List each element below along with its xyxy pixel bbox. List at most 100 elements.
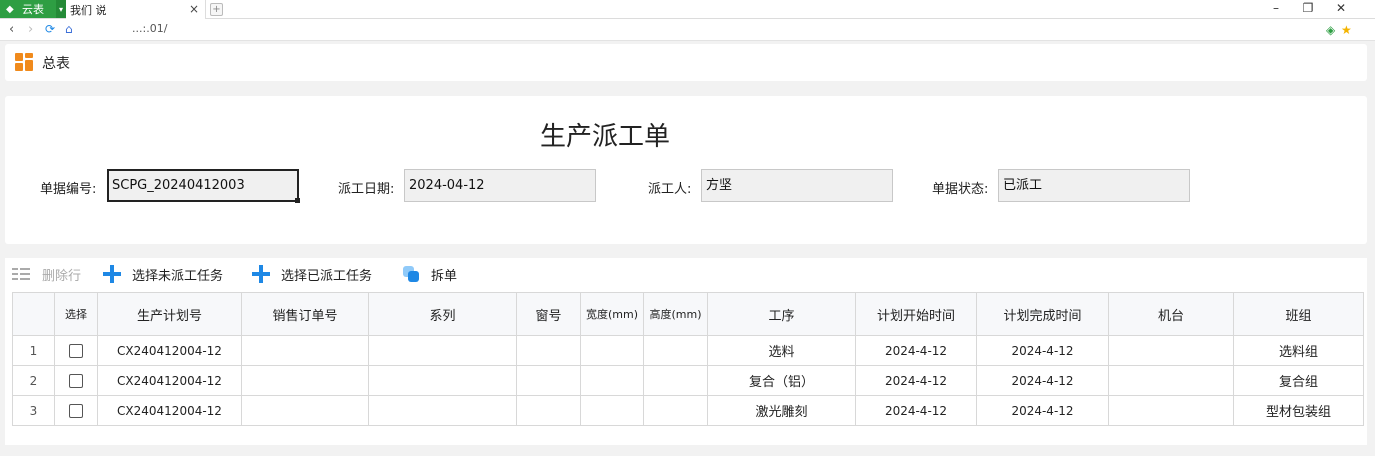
col-header-process[interactable]: 工序 [707, 292, 856, 336]
form-card: 生产派工单 单据编号: SCPG_20240412003 派工日期: 2024-… [5, 96, 1367, 244]
col-header-width[interactable]: 宽度(mm) [580, 292, 644, 336]
restore-button[interactable]: ❐ [1298, 1, 1318, 15]
width-cell[interactable] [580, 365, 644, 396]
grid-toolbar: 删除行 选择未派工任务 选择已派工任务 拆单 [5, 258, 1367, 290]
row-checkbox[interactable] [69, 373, 83, 388]
col-header-plan-start[interactable]: 计划开始时间 [855, 292, 977, 336]
machine-cell[interactable] [1108, 335, 1234, 366]
favorite-star-icon[interactable]: ★ [1341, 23, 1352, 37]
row-index: 3 [12, 395, 55, 426]
row-select-cell[interactable] [54, 395, 98, 426]
grid-menu-icon [15, 53, 33, 71]
home-icon[interactable]: ⌂ [65, 22, 73, 36]
select-unassigned-button[interactable]: 选择未派工任务 [102, 264, 223, 284]
form-title: 生产派工单 [539, 122, 670, 152]
row-select-cell[interactable] [54, 335, 98, 366]
doc-status-field[interactable]: 已派工 [998, 169, 1190, 202]
app-logo-icon: ◆ [6, 3, 14, 15]
select-unassigned-label: 选择未派工任务 [132, 268, 224, 284]
refresh-icon[interactable]: ⟳ [45, 22, 55, 36]
process-cell[interactable]: 复合（铝） [707, 365, 856, 396]
col-header-plan-no[interactable]: 生产计划号 [97, 292, 242, 336]
team-cell[interactable]: 选料组 [1233, 335, 1364, 366]
row-select-cell[interactable] [54, 365, 98, 396]
forward-icon[interactable]: › [28, 22, 33, 37]
copy-icon [401, 264, 421, 284]
select-assigned-button[interactable]: 选择已派工任务 [251, 264, 372, 284]
minimize-button[interactable]: – [1266, 1, 1286, 15]
order-no-cell[interactable] [241, 365, 369, 396]
plan-start-cell[interactable]: 2024-4-12 [855, 365, 977, 396]
plan-end-cell[interactable]: 2024-4-12 [976, 395, 1109, 426]
plan-end-cell[interactable]: 2024-4-12 [976, 365, 1109, 396]
doc-status-label: 单据状态: [932, 182, 989, 197]
page-title: 总表 [42, 56, 70, 72]
col-header-series[interactable]: 系列 [368, 292, 517, 336]
table-row[interactable]: 2 CX240412004-12 复合（铝） 2024-4-12 2024-4-… [12, 365, 1364, 396]
plus-icon [251, 264, 271, 284]
plan-start-cell[interactable]: 2024-4-12 [855, 335, 977, 366]
plan-start-cell[interactable]: 2024-4-12 [855, 395, 977, 426]
series-cell[interactable] [368, 395, 517, 426]
dispatch-date-label: 派工日期: [338, 182, 395, 197]
height-cell[interactable] [643, 395, 708, 426]
back-icon[interactable]: ‹ [9, 22, 14, 37]
col-header-height[interactable]: 高度(mm) [643, 292, 708, 336]
team-cell[interactable]: 复合组 [1233, 365, 1364, 396]
tab-title: 我们 说 [70, 3, 107, 17]
plan-no-cell[interactable]: CX240412004-12 [97, 395, 242, 426]
col-header-team[interactable]: 班组 [1233, 292, 1364, 336]
table-header-row: 选择 生产计划号 销售订单号 系列 窗号 宽度(mm) 高度(mm) 工序 计划… [12, 292, 1364, 336]
width-cell[interactable] [580, 335, 644, 366]
row-index: 1 [12, 335, 55, 366]
row-checkbox[interactable] [69, 403, 83, 418]
row-checkbox[interactable] [69, 343, 83, 358]
machine-cell[interactable] [1108, 365, 1234, 396]
col-header-select[interactable]: 选择 [54, 292, 98, 336]
team-cell[interactable]: 型材包装组 [1233, 395, 1364, 426]
table-row[interactable]: 1 CX240412004-12 选料 2024-4-12 2024-4-12 … [12, 335, 1364, 366]
doc-no-label: 单据编号: [40, 182, 97, 197]
table-row[interactable]: 3 CX240412004-12 激光雕刻 2024-4-12 2024-4-1… [12, 395, 1364, 426]
window-no-cell[interactable] [516, 365, 581, 396]
app-badge-label: 云表 [22, 3, 44, 16]
row-index: 2 [12, 365, 55, 396]
extension-icon[interactable]: ◈ [1326, 23, 1335, 37]
series-cell[interactable] [368, 335, 517, 366]
plan-no-cell[interactable]: CX240412004-12 [97, 365, 242, 396]
machine-cell[interactable] [1108, 395, 1234, 426]
new-tab-button[interactable]: + [210, 3, 223, 16]
process-cell[interactable]: 激光雕刻 [707, 395, 856, 426]
app-dropdown-icon[interactable]: ▾ [56, 0, 66, 18]
split-button[interactable]: 拆单 [401, 264, 457, 284]
page-header: 总表 [5, 44, 1367, 81]
height-cell[interactable] [643, 335, 708, 366]
delete-row-label: 删除行 [42, 268, 82, 284]
col-header-plan-end[interactable]: 计划完成时间 [976, 292, 1109, 336]
series-cell[interactable] [368, 365, 517, 396]
plus-icon [102, 264, 122, 284]
dispatch-table: 选择 生产计划号 销售订单号 系列 窗号 宽度(mm) 高度(mm) 工序 计划… [12, 292, 1364, 426]
close-window-button[interactable]: ✕ [1331, 1, 1351, 15]
delete-row-button[interactable]: 删除行 [12, 264, 81, 284]
col-header-machine[interactable]: 机台 [1108, 292, 1234, 336]
plan-no-cell[interactable]: CX240412004-12 [97, 335, 242, 366]
browser-tab[interactable]: 我们 说 × [66, 0, 206, 19]
tab-close-icon[interactable]: × [189, 2, 199, 16]
order-no-cell[interactable] [241, 335, 369, 366]
dispatch-date-field[interactable]: 2024-04-12 [404, 169, 596, 202]
app-badge[interactable]: ◆ 云表 ▾ [0, 0, 66, 18]
window-no-cell[interactable] [516, 335, 581, 366]
split-label: 拆单 [431, 268, 458, 284]
plan-end-cell[interactable]: 2024-4-12 [976, 335, 1109, 366]
address-url[interactable]: ...:.01/ [132, 22, 167, 35]
height-cell[interactable] [643, 365, 708, 396]
col-header-order-no[interactable]: 销售订单号 [241, 292, 369, 336]
width-cell[interactable] [580, 395, 644, 426]
col-header-window-no[interactable]: 窗号 [516, 292, 581, 336]
window-no-cell[interactable] [516, 395, 581, 426]
process-cell[interactable]: 选料 [707, 335, 856, 366]
dispatcher-field[interactable]: 方坚 [701, 169, 893, 202]
doc-no-field[interactable]: SCPG_20240412003 [107, 169, 300, 203]
order-no-cell[interactable] [241, 395, 369, 426]
